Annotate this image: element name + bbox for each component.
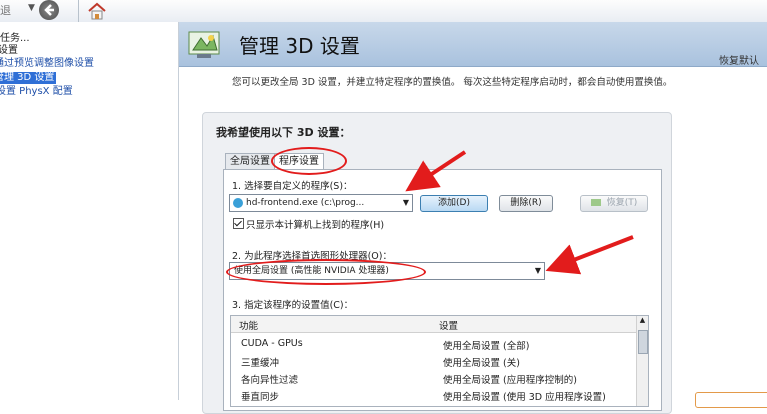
corner-popup-edge — [695, 392, 767, 408]
annotation-arrow-gpu — [545, 235, 634, 275]
annotation-arrow-tab — [405, 150, 467, 192]
annotation-arrows — [405, 150, 634, 275]
